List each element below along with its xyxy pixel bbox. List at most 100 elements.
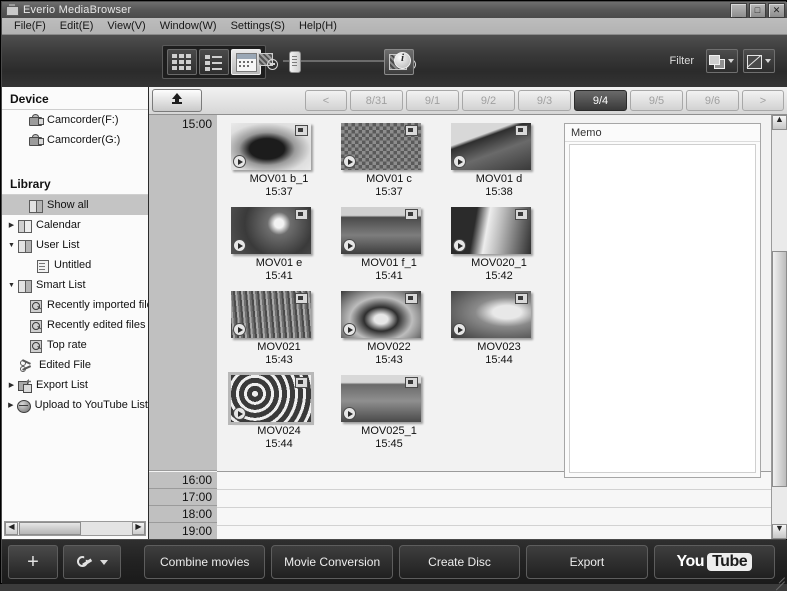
thumbnail-item[interactable]: MOV01 e 15:41: [231, 207, 327, 283]
date-tab-9-2[interactable]: 9/2: [462, 90, 515, 111]
empty-row[interactable]: [217, 508, 771, 526]
sidebar-item-show-all[interactable]: Show all: [2, 195, 148, 215]
empty-row[interactable]: [217, 490, 771, 508]
sidebar-item-smart-list[interactable]: ▼ Smart List: [2, 275, 148, 295]
triangle-left-icon: ◀: [8, 522, 15, 531]
thumbnail-image[interactable]: [451, 207, 531, 254]
menu-window[interactable]: Window(W): [153, 19, 224, 33]
play-badge-icon: [343, 239, 356, 252]
scrollbar-thumb[interactable]: [19, 522, 81, 535]
date-tab-8-31[interactable]: 8/31: [350, 90, 403, 111]
prev-date-button[interactable]: <: [305, 90, 347, 111]
date-tab-9-3[interactable]: 9/3: [518, 90, 571, 111]
hour-label-16: 16:00: [149, 472, 217, 489]
thumbnail-image[interactable]: [341, 123, 421, 170]
empty-row[interactable]: [217, 526, 771, 539]
menu-settings[interactable]: Settings(S): [224, 19, 292, 33]
next-date-button[interactable]: >: [742, 90, 784, 111]
thumbnail-time: 15:45: [375, 438, 403, 450]
up-one-level-button[interactable]: [152, 89, 202, 112]
zoom-slider-handle[interactable]: [289, 51, 301, 73]
timeline-content: 15:00 16:00 17:00 18:00 19:00 MOV01 b_1 …: [149, 115, 771, 539]
menu-file[interactable]: File(F): [7, 19, 53, 33]
date-tab-9-6[interactable]: 9/6: [686, 90, 739, 111]
menu-view[interactable]: View(V): [100, 19, 152, 33]
chevron-right-icon[interactable]: ▶: [6, 381, 17, 389]
thumbnail-image[interactable]: [231, 123, 311, 170]
sidebar-item-recently-imported-files[interactable]: Recently imported files: [2, 295, 148, 315]
scroll-down-button[interactable]: ▼: [772, 523, 787, 539]
list-view-icon[interactable]: [199, 49, 229, 75]
zoom-slider[interactable]: [283, 51, 391, 73]
youtube-upload-button[interactable]: You Tube: [653, 545, 776, 579]
thumbnail-item-selected[interactable]: MOV024 15:44: [228, 372, 327, 451]
add-button[interactable]: +: [8, 545, 58, 579]
sidebar-item-recently-edited-files[interactable]: Recently edited files: [2, 315, 148, 335]
sidebar-item-export-list[interactable]: ▶ Export List: [2, 375, 148, 395]
thumbnail-image[interactable]: [451, 123, 531, 170]
minimize-button[interactable]: _: [730, 3, 747, 18]
thumbnail-image[interactable]: [231, 207, 311, 254]
export-button[interactable]: Export: [526, 545, 648, 579]
sidebar-horizontal-scrollbar[interactable]: ◀ ▶: [4, 521, 146, 536]
thumbnail-item[interactable]: MOV025_1 15:45: [341, 375, 437, 451]
video-badge-icon: [295, 125, 308, 136]
menu-edit[interactable]: Edit(E): [53, 19, 101, 33]
play-badge-icon: [343, 323, 356, 336]
thumbnail-image[interactable]: [341, 291, 421, 338]
date-tab-9-1[interactable]: 9/1: [406, 90, 459, 111]
chevron-down-icon[interactable]: ▼: [6, 282, 17, 289]
scroll-up-button[interactable]: ▲: [772, 114, 787, 130]
info-icon[interactable]: [384, 49, 414, 75]
movie-conversion-button[interactable]: Movie Conversion: [271, 545, 393, 579]
content-vertical-scrollbar[interactable]: ▲ ▼: [771, 114, 787, 539]
thumbnail-item[interactable]: MOV022 15:43: [341, 291, 437, 367]
thumbnail-image[interactable]: [341, 375, 421, 422]
scroll-left-button[interactable]: ◀: [5, 522, 18, 535]
create-disc-button[interactable]: Create Disc: [398, 545, 521, 579]
date-tab-9-4[interactable]: 9/4: [574, 90, 627, 111]
thumbnail-image[interactable]: [341, 207, 421, 254]
bottom-action-bar: + Combine movies Movie Conversion Create…: [2, 540, 787, 591]
zoom-out-icon[interactable]: [257, 52, 279, 70]
close-button[interactable]: ✕: [768, 3, 785, 18]
memo-input[interactable]: [569, 144, 756, 473]
youtube-globe-icon: [16, 398, 32, 413]
sidebar-item-top-rate[interactable]: Top rate: [2, 335, 148, 355]
thumbnail-image[interactable]: [451, 291, 531, 338]
thumbnail-item[interactable]: MOV020_1 15:42: [451, 207, 547, 283]
filter-rating-button[interactable]: [743, 49, 775, 73]
thumbnail-image[interactable]: [228, 372, 314, 425]
sidebar-item-upload-to-youtube-list[interactable]: ▶ Upload to YouTube List: [2, 395, 148, 415]
sidebar-item-label: Calendar: [36, 219, 81, 231]
menu-help[interactable]: Help(H): [292, 19, 344, 33]
sidebar-item-untitled[interactable]: Untitled: [2, 255, 148, 275]
grid-view-icon[interactable]: [167, 49, 197, 75]
filter-media-type-button[interactable]: [706, 49, 738, 73]
thumbnail-item[interactable]: MOV021 15:43: [231, 291, 327, 367]
chevron-down-icon[interactable]: ▼: [6, 242, 17, 249]
sidebar-item-user-list[interactable]: ▼ User List: [2, 235, 148, 255]
combine-movies-button[interactable]: Combine movies: [144, 545, 266, 579]
application-window: Everio MediaBrowser _ □ ✕ File(F) Edit(E…: [0, 0, 787, 591]
thumbnail-item[interactable]: MOV01 f_1 15:41: [341, 207, 437, 283]
date-tab-9-5[interactable]: 9/5: [630, 90, 683, 111]
thumbnail-time: 15:42: [485, 270, 513, 282]
thumbnail-image[interactable]: [231, 291, 311, 338]
sidebar-item-camcorder-f[interactable]: Camcorder(F:): [2, 110, 148, 130]
chevron-right-icon[interactable]: ▶: [6, 221, 17, 229]
scrollbar-thumb[interactable]: [772, 251, 787, 487]
thumbnail-item[interactable]: MOV01 c 15:37: [341, 123, 437, 199]
thumbnail-item[interactable]: MOV01 b_1 15:37: [231, 123, 327, 199]
thumbnail-item[interactable]: MOV023 15:44: [451, 291, 547, 367]
thumbnail-item[interactable]: MOV01 d 15:38: [451, 123, 547, 199]
sidebar-item-calendar[interactable]: ▶ Calendar: [2, 215, 148, 235]
sidebar-item-edited-file[interactable]: Edited File: [2, 355, 148, 375]
sidebar-item-camcorder-g[interactable]: Camcorder(G:): [2, 130, 148, 150]
sidebar-item-label: User List: [36, 239, 80, 251]
scroll-right-button[interactable]: ▶: [132, 522, 145, 535]
chevron-right-icon[interactable]: ▶: [6, 401, 16, 409]
maximize-button[interactable]: □: [749, 3, 766, 18]
window-resize-grip[interactable]: [773, 570, 785, 591]
tools-menu-button[interactable]: [63, 545, 121, 579]
